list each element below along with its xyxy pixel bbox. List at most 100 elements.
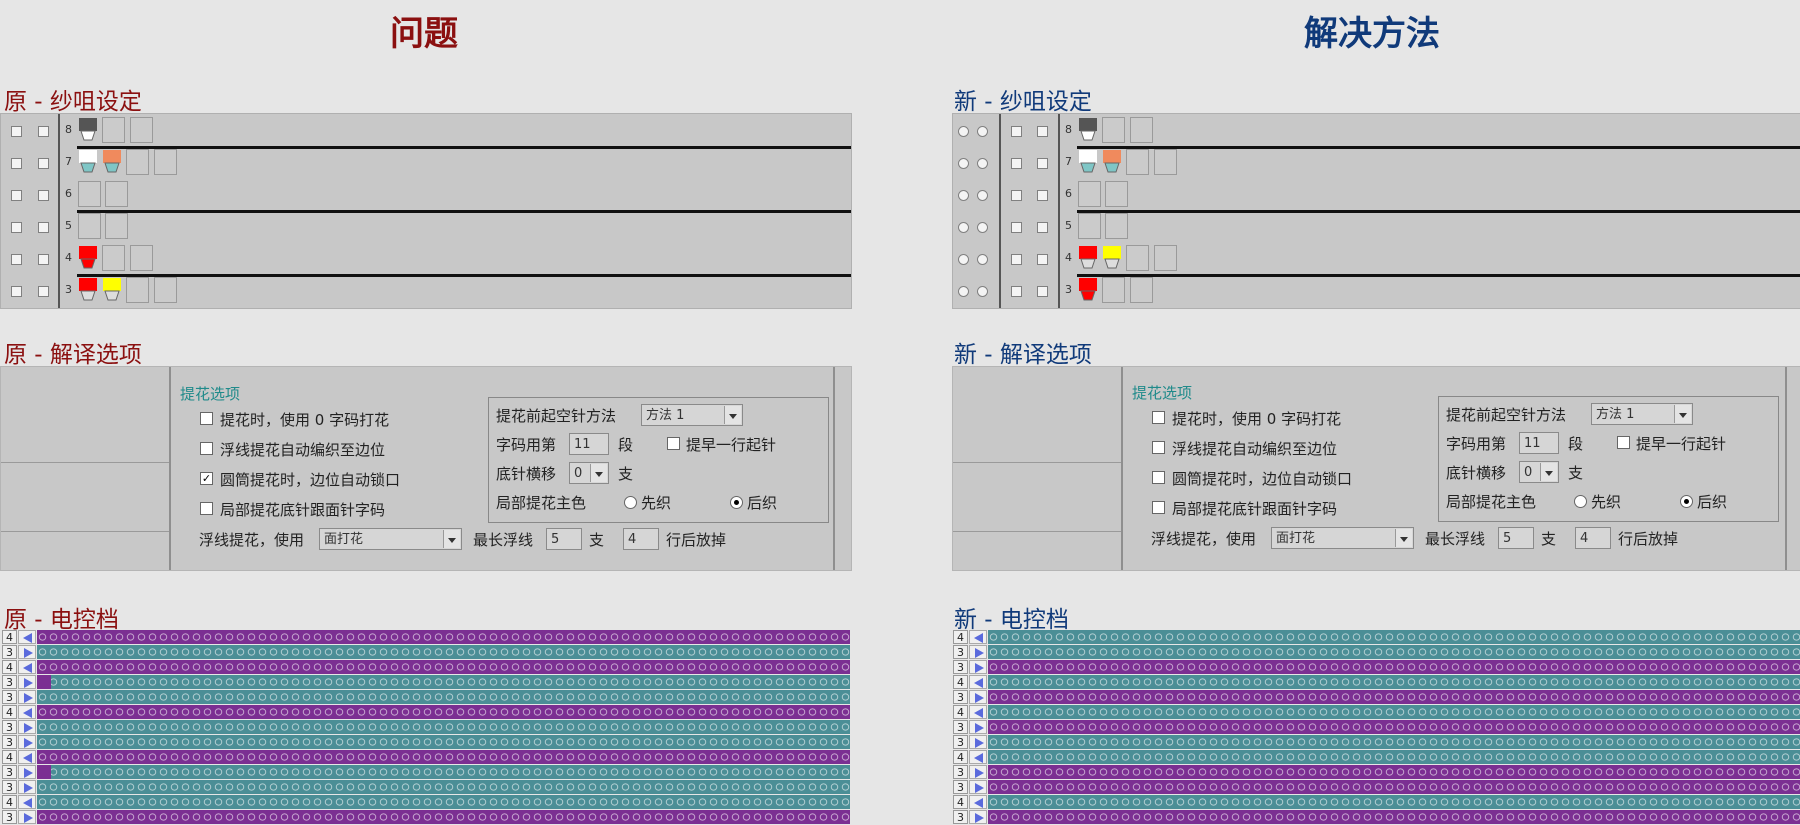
carrier-white-icon[interactable] — [78, 149, 98, 173]
carrier-yellow-icon[interactable] — [102, 277, 122, 301]
knit-row[interactable]: 3 — [2, 675, 850, 690]
max-float-input[interactable]: 5 — [1498, 527, 1534, 549]
row-checkbox-a[interactable] — [11, 126, 22, 137]
knit-row[interactable]: 3 — [953, 645, 1800, 660]
use-zero-code-checkbox[interactable] — [1152, 411, 1165, 424]
float-auto-edge-checkbox[interactable] — [200, 442, 213, 455]
row-checkbox-b[interactable] — [38, 126, 49, 137]
row-checkbox-b[interactable] — [38, 254, 49, 265]
code-input[interactable]: 11 — [1519, 432, 1559, 454]
knit-row[interactable]: 4 — [2, 705, 850, 720]
knit-row[interactable]: 3 — [953, 660, 1800, 675]
row-radio-b[interactable] — [977, 222, 988, 233]
carrier-white-icon[interactable] — [1078, 149, 1098, 173]
carrier-dark-icon[interactable] — [78, 117, 98, 141]
row-radio-a[interactable] — [958, 158, 969, 169]
row-radio-b[interactable] — [977, 158, 988, 169]
carrier-yellow-icon[interactable] — [1102, 245, 1122, 269]
knit-row[interactable]: 4 — [953, 630, 1800, 645]
float-auto-edge-checkbox[interactable] — [1152, 441, 1165, 454]
row-radio-a[interactable] — [958, 286, 969, 297]
row-checkbox-a[interactable] — [11, 190, 22, 201]
empty-slot[interactable] — [105, 213, 128, 239]
use-zero-code-checkbox[interactable] — [200, 412, 213, 425]
knit-row[interactable]: 4 — [953, 750, 1800, 765]
empty-slot[interactable] — [102, 245, 125, 271]
knit-row[interactable]: 3 — [953, 765, 1800, 780]
knit-row[interactable]: 3 — [953, 690, 1800, 705]
row-checkbox-a[interactable] — [1011, 158, 1022, 169]
knit-row[interactable]: 4 — [2, 660, 850, 675]
row-checkbox-a[interactable] — [11, 254, 22, 265]
knit-row[interactable]: 3 — [2, 645, 850, 660]
code-input[interactable]: 11 — [569, 433, 609, 455]
early-start-checkbox[interactable] — [667, 437, 680, 450]
empty-needle-select[interactable]: 方法 1 — [641, 404, 743, 426]
knit-row[interactable]: 3 — [2, 690, 850, 705]
rows-input[interactable]: 4 — [623, 528, 659, 550]
knit-row[interactable]: 3 — [953, 780, 1800, 795]
rows-input[interactable]: 4 — [1575, 527, 1611, 549]
knit-row[interactable]: 4 — [953, 675, 1800, 690]
row-radio-b[interactable] — [977, 190, 988, 201]
shift-select[interactable]: 0 — [569, 462, 609, 484]
max-float-input[interactable]: 5 — [546, 528, 582, 550]
empty-slot[interactable] — [130, 117, 153, 143]
empty-slot[interactable] — [1078, 213, 1101, 239]
empty-slot[interactable] — [154, 277, 177, 303]
knit-row[interactable]: 4 — [2, 630, 850, 645]
partial-back-follow-checkbox[interactable] — [1152, 501, 1165, 514]
tubular-auto-lock-checkbox[interactable] — [1152, 471, 1165, 484]
shift-select[interactable]: 0 — [1519, 461, 1559, 483]
empty-slot[interactable] — [130, 245, 153, 271]
knit-later-radio[interactable] — [1680, 495, 1693, 508]
row-checkbox-b[interactable] — [38, 190, 49, 201]
empty-slot[interactable] — [154, 149, 177, 175]
empty-slot[interactable] — [1130, 117, 1153, 143]
row-checkbox-b[interactable] — [1037, 158, 1048, 169]
knit-row[interactable]: 4 — [2, 795, 850, 810]
carrier-red-icon[interactable] — [78, 245, 98, 269]
knit-first-radio[interactable] — [624, 496, 637, 509]
empty-needle-select[interactable]: 方法 1 — [1591, 403, 1693, 425]
float-jacquard-select[interactable]: 面打花 — [319, 528, 462, 550]
carrier-orange-icon[interactable] — [102, 149, 122, 173]
row-radio-b[interactable] — [977, 286, 988, 297]
carrier-red-icon[interactable] — [1078, 245, 1098, 269]
row-checkbox-a[interactable] — [1011, 254, 1022, 265]
row-radio-a[interactable] — [958, 126, 969, 137]
row-checkbox-a[interactable] — [1011, 286, 1022, 297]
empty-slot[interactable] — [105, 181, 128, 207]
row-radio-a[interactable] — [958, 222, 969, 233]
row-checkbox-b[interactable] — [38, 158, 49, 169]
carrier-red-icon[interactable] — [1078, 277, 1098, 301]
float-jacquard-select[interactable]: 面打花 — [1271, 527, 1414, 549]
knit-row[interactable]: 3 — [2, 735, 850, 750]
carrier-red-icon[interactable] — [78, 277, 98, 301]
row-checkbox-b[interactable] — [1037, 222, 1048, 233]
row-checkbox-a[interactable] — [11, 158, 22, 169]
early-start-checkbox[interactable] — [1617, 436, 1630, 449]
empty-slot[interactable] — [1105, 181, 1128, 207]
empty-slot[interactable] — [1102, 277, 1125, 303]
knit-row[interactable]: 3 — [953, 735, 1800, 750]
row-checkbox-a[interactable] — [1011, 126, 1022, 137]
tubular-auto-lock-checkbox[interactable]: ✓ — [200, 472, 213, 485]
row-radio-a[interactable] — [958, 190, 969, 201]
row-checkbox-b[interactable] — [1037, 254, 1048, 265]
row-checkbox-b[interactable] — [1037, 126, 1048, 137]
knit-row[interactable]: 4 — [2, 750, 850, 765]
empty-slot[interactable] — [1154, 149, 1177, 175]
row-checkbox-a[interactable] — [1011, 190, 1022, 201]
empty-slot[interactable] — [1154, 245, 1177, 271]
partial-back-follow-checkbox[interactable] — [200, 502, 213, 515]
empty-slot[interactable] — [1102, 117, 1125, 143]
row-checkbox-b[interactable] — [38, 286, 49, 297]
empty-slot[interactable] — [78, 181, 101, 207]
carrier-dark-icon[interactable] — [1078, 117, 1098, 141]
empty-slot[interactable] — [1126, 149, 1149, 175]
row-radio-b[interactable] — [977, 254, 988, 265]
empty-slot[interactable] — [126, 277, 149, 303]
row-checkbox-a[interactable] — [11, 286, 22, 297]
carrier-orange-icon[interactable] — [1102, 149, 1122, 173]
